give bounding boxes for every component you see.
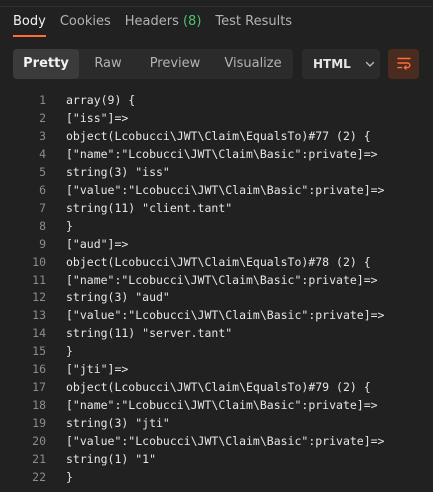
code-text: array(9) { bbox=[66, 93, 136, 107]
line-number: 17 bbox=[32, 380, 46, 395]
code-line: 11 ["name":"Lcobucci\JWT\Claim\Basic":pri… bbox=[0, 271, 433, 289]
code-line: 15} bbox=[0, 342, 433, 360]
tab-cookies[interactable]: Cookies bbox=[60, 14, 111, 35]
line-number: 2 bbox=[39, 110, 46, 125]
code-line: 2 ["iss"]=> bbox=[0, 109, 433, 127]
line-number: 13 bbox=[32, 308, 46, 323]
code-text: object(Lcobucci\JWT\Claim\EqualsTo)#78 (… bbox=[66, 254, 371, 269]
code-line: 17 object(Lcobucci\JWT\Claim\EqualsTo)#79… bbox=[0, 378, 433, 396]
code-line: 16 ["jti"]=> bbox=[0, 360, 433, 378]
format-select-value: HTML bbox=[313, 57, 351, 71]
code-line: 4 ["name":"Lcobucci\JWT\Claim\Basic":priv… bbox=[0, 145, 433, 163]
line-number: 9 bbox=[39, 236, 46, 251]
code-text: } bbox=[66, 218, 73, 233]
line-number: 18 bbox=[32, 398, 46, 413]
code-text: ["iss"]=> bbox=[66, 110, 129, 125]
code-line: 12 string(3) "aud" bbox=[0, 288, 433, 306]
wrap-lines-icon bbox=[396, 55, 412, 74]
tab-test-results[interactable]: Test Results bbox=[215, 14, 292, 35]
code-line: 7 string(11) "client.tant" bbox=[0, 199, 433, 217]
code-line: 3 object(Lcobucci\JWT\Claim\EqualsTo)#77 … bbox=[0, 127, 433, 145]
tab-cookies-label: Cookies bbox=[59, 14, 111, 29]
code-text: ["value":"Lcobucci\JWT\Claim\Basic":priv… bbox=[66, 434, 385, 449]
line-number: 10 bbox=[32, 254, 46, 269]
line-number: 20 bbox=[32, 434, 46, 449]
line-number: 7 bbox=[39, 200, 46, 215]
line-number: 21 bbox=[32, 452, 46, 466]
code-text: string(11) "server.tant" bbox=[66, 326, 233, 341]
code-text: ["value":"Lcobucci\JWT\Claim\Basic":priv… bbox=[66, 308, 385, 323]
code-line: 10 object(Lcobucci\JWT\Claim\EqualsTo)#78… bbox=[0, 253, 433, 271]
code-line: 18 ["name":"Lcobucci\JWT\Claim\Basic":pri… bbox=[0, 396, 433, 414]
code-line: 14 string(11) "server.tant" bbox=[0, 324, 433, 342]
code-text: ["name":"Lcobucci\JWT\Claim\Basic":priva… bbox=[66, 272, 378, 287]
code-text: } bbox=[66, 469, 73, 484]
code-text: string(1) "1" bbox=[66, 452, 157, 466]
line-number: 3 bbox=[39, 128, 46, 143]
format-select[interactable]: HTML bbox=[302, 49, 380, 79]
view-mode-switcher: Pretty Raw Preview Visualize bbox=[13, 49, 293, 79]
line-number: 6 bbox=[39, 182, 46, 197]
response-body-editor[interactable]: 1 array(9) { 2 ["iss"]=> 3 object(Lcobucci\JW… bbox=[0, 91, 433, 492]
line-number: 1 bbox=[39, 93, 46, 107]
code-text: string(11) "client.tant" bbox=[66, 200, 233, 215]
code-text: string(3) "aud" bbox=[66, 290, 170, 305]
line-number: 5 bbox=[39, 164, 46, 179]
line-number: 12 bbox=[32, 290, 46, 305]
line-number: 15 bbox=[32, 344, 46, 359]
line-number: 8 bbox=[39, 218, 46, 233]
code-line: 1 array(9) { bbox=[0, 91, 433, 109]
tab-headers-label: Headers bbox=[124, 14, 179, 29]
response-tabs: Body Cookies Headers (8) Test Results bbox=[13, 14, 306, 42]
code-line: 22} bbox=[0, 468, 433, 486]
code-text: ["name":"Lcobucci\JWT\Claim\Basic":priva… bbox=[66, 398, 378, 413]
preview-button[interactable]: Preview bbox=[137, 49, 213, 79]
pretty-button[interactable]: Pretty bbox=[13, 49, 79, 79]
code-line: 13 ["value":"Lcobucci\JWT\Claim\Basic":pr… bbox=[0, 306, 433, 324]
code-text: ["aud"]=> bbox=[66, 236, 129, 251]
line-number: 11 bbox=[32, 272, 46, 287]
code-text: ["value":"Lcobucci\JWT\Claim\Basic":priv… bbox=[66, 182, 385, 197]
raw-button[interactable]: Raw bbox=[79, 49, 137, 79]
wrap-lines-button[interactable] bbox=[388, 49, 419, 79]
tab-headers[interactable]: Headers (8) bbox=[125, 14, 202, 35]
code-line: 5 string(3) "iss" bbox=[0, 163, 433, 181]
headers-count-badge: (8) bbox=[182, 14, 202, 29]
chevron-down-icon bbox=[365, 59, 375, 69]
line-number: 4 bbox=[39, 146, 46, 161]
tab-body[interactable]: Body bbox=[13, 14, 46, 37]
code-line: 19 string(3) "jti" bbox=[0, 414, 433, 432]
line-number: 19 bbox=[32, 416, 46, 431]
code-text: ["jti"]=> bbox=[66, 362, 129, 377]
response-toolbar: Pretty Raw Preview Visualize HTML bbox=[13, 49, 419, 79]
code-line: 6 ["value":"Lcobucci\JWT\Claim\Basic":pri… bbox=[0, 181, 433, 199]
code-line: 21 string(1) "1" bbox=[0, 450, 433, 468]
code-text: string(3) "jti" bbox=[66, 416, 170, 431]
code-text: object(Lcobucci\JWT\Claim\EqualsTo)#79 (… bbox=[66, 380, 371, 395]
code-line: 20 ["value":"Lcobucci\JWT\Claim\Basic":pr… bbox=[0, 432, 433, 450]
code-line: 9 ["aud"]=> bbox=[0, 235, 433, 253]
top-divider bbox=[0, 0, 433, 7]
visualize-button[interactable]: Visualize bbox=[213, 49, 293, 79]
code-text: object(Lcobucci\JWT\Claim\EqualsTo)#77 (… bbox=[66, 128, 371, 143]
line-number: 14 bbox=[32, 326, 46, 341]
line-number: 22 bbox=[32, 469, 46, 484]
tab-body-label: Body bbox=[13, 14, 46, 29]
code-text: string(3) "iss" bbox=[66, 164, 170, 179]
code-text: ["name":"Lcobucci\JWT\Claim\Basic":priva… bbox=[66, 146, 378, 161]
code-line: 8} bbox=[0, 217, 433, 235]
line-number: 16 bbox=[32, 362, 46, 377]
code-text: } bbox=[66, 344, 73, 359]
tab-test-results-label: Test Results bbox=[215, 14, 293, 29]
